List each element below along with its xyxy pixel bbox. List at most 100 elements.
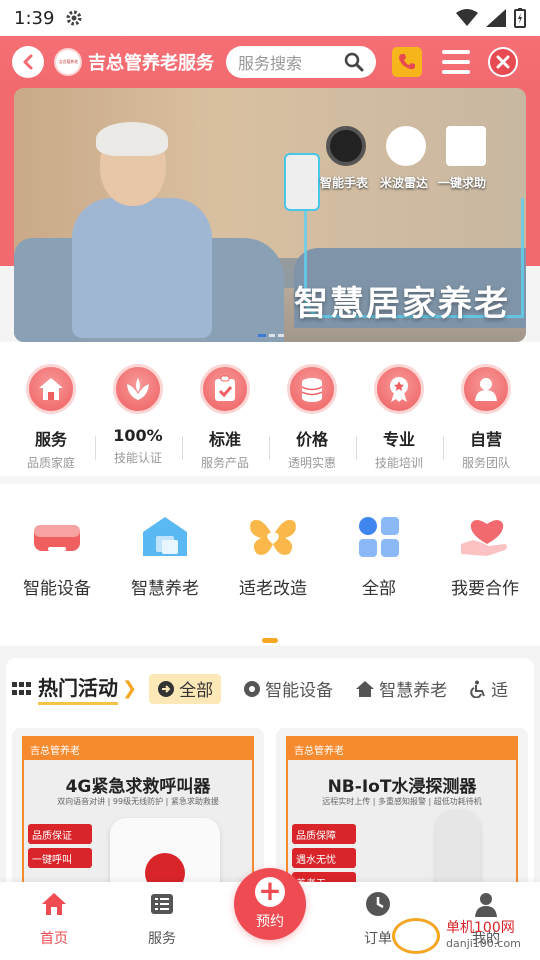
butterfly-heart-icon xyxy=(246,510,300,564)
feature-subtitle: 透明实惠 xyxy=(287,456,336,470)
banner-product-label: 米波雷达 xyxy=(380,176,429,190)
app-header: 吉总管养老 吉总管养老服务 服务搜索 xyxy=(0,36,540,88)
feature-item: 自营 服务团队 xyxy=(441,364,531,471)
feature-strip: 服务 品质家庭 100% 技能认证 标准 服务产品 价格 透明实惠 专业 技能培… xyxy=(0,342,540,476)
feature-title: 自营 xyxy=(469,430,502,449)
brand-logo: 吉总管养老 xyxy=(54,48,82,76)
radar-image xyxy=(386,126,426,166)
category-label: 适老改造 xyxy=(239,579,307,599)
feature-item: 服务 品质家庭 xyxy=(6,364,96,471)
nav-home[interactable]: 首页 xyxy=(14,890,94,948)
arrow-circle-icon xyxy=(158,680,175,697)
feature-title: 价格 xyxy=(295,430,328,449)
tab-label: 适 xyxy=(491,681,509,701)
poster-badges: 品质保证 一键呼叫 xyxy=(28,824,92,872)
home-outline-icon xyxy=(356,680,375,697)
grid-dots-icon xyxy=(12,681,31,695)
team-icon xyxy=(461,364,511,414)
poster-subtitle: 远程实时上传 | 多重感知报警 | 超低功耗待机 xyxy=(322,797,482,806)
category-smart-care[interactable]: 智慧养老 xyxy=(111,510,219,599)
poster-badge: 一键呼叫 xyxy=(28,848,92,868)
app-title: 吉总管养老服务 xyxy=(88,53,214,74)
menu-button[interactable] xyxy=(442,50,470,74)
user-icon xyxy=(475,893,497,917)
hero-banner[interactable]: 智能手表 米波雷达 一键求助 智慧居家养老 xyxy=(14,88,526,342)
smart-panel-image xyxy=(284,153,320,211)
disc-icon xyxy=(244,680,261,697)
tab-all[interactable]: 全部 xyxy=(149,673,222,704)
wheelchair-icon xyxy=(470,680,486,698)
home-icon xyxy=(42,893,66,915)
home-icon xyxy=(26,364,76,414)
feature-item: 100% 技能认证 xyxy=(93,364,183,466)
nav-label: 首页 xyxy=(40,931,68,947)
watermark-logo xyxy=(392,918,440,954)
feature-item: 专业 技能培训 xyxy=(354,364,444,471)
settings-gear-icon xyxy=(66,10,82,26)
nav-service[interactable]: 服务 xyxy=(122,890,202,948)
poster-brand: 吉总管养老 xyxy=(30,746,80,757)
tab-label: 全部 xyxy=(179,681,214,701)
search-input[interactable]: 服务搜索 xyxy=(226,46,376,78)
category-grid: 智能设备 智慧养老 适老改造 全部 我要合作 xyxy=(0,476,540,646)
chevron-left-icon xyxy=(23,54,33,70)
tab-accessibility[interactable]: 适 xyxy=(469,676,508,701)
category-label: 全部 xyxy=(362,579,396,599)
feature-title: 标准 xyxy=(208,430,241,449)
smart-device-icon xyxy=(30,510,84,564)
poster-badge: 遇水无忧 xyxy=(292,848,356,868)
hot-activities-title: 热门活动 xyxy=(38,672,118,705)
banner-product-label: 智能手表 xyxy=(320,176,369,190)
category-aging-renovation[interactable]: 适老改造 xyxy=(219,510,327,599)
nav-label: 服务 xyxy=(148,931,176,947)
wifi-icon xyxy=(456,9,478,26)
feature-subtitle: 服务团队 xyxy=(461,456,510,470)
feature-subtitle: 技能认证 xyxy=(113,451,162,465)
close-button[interactable] xyxy=(488,47,518,77)
category-cooperate[interactable]: 我要合作 xyxy=(431,510,539,599)
feature-item: 标准 服务产品 xyxy=(180,364,270,471)
feature-title: 100% xyxy=(113,426,163,445)
search-icon[interactable] xyxy=(344,52,364,72)
poster-title: 4G紧急求救呼叫器 xyxy=(65,777,211,797)
feature-title: 专业 xyxy=(382,430,415,449)
tab-smart-device[interactable]: 智能设备 xyxy=(243,676,333,701)
poster-title: NB-IoT水浸探测器 xyxy=(327,777,477,797)
poster-brand: 吉总管养老 xyxy=(294,746,344,757)
category-label: 智慧养老 xyxy=(131,579,199,599)
signal-icon xyxy=(486,9,506,27)
hot-activities-header: 热门活动 ❯ 全部 智能设备 智慧养老 适 xyxy=(12,672,508,705)
phone-icon xyxy=(399,54,415,70)
back-button[interactable] xyxy=(12,46,44,78)
watermark-line1: 单机100网 xyxy=(446,920,515,936)
clipboard-icon xyxy=(200,364,250,414)
category-all[interactable]: 全部 xyxy=(325,510,433,599)
tab-label: 智能设备 xyxy=(265,681,334,701)
book-appointment-button[interactable]: + 预约 xyxy=(234,868,306,940)
status-time: 1:39 xyxy=(14,7,55,29)
search-placeholder: 服务搜索 xyxy=(238,54,303,73)
plus-icon: + xyxy=(255,877,285,907)
category-label: 智能设备 xyxy=(23,579,91,599)
phone-button[interactable] xyxy=(392,47,422,77)
smart-watch-image xyxy=(326,126,366,166)
poster-badge: 品质保障 xyxy=(292,824,356,844)
coins-icon xyxy=(287,364,337,414)
poster-badge: 品质保证 xyxy=(28,824,92,844)
carousel-indicator xyxy=(258,334,284,337)
feature-item: 价格 透明实惠 xyxy=(267,364,357,471)
fab-label: 预约 xyxy=(256,914,284,930)
category-smart-device[interactable]: 智能设备 xyxy=(3,510,111,599)
tab-smart-care[interactable]: 智慧养老 xyxy=(355,676,447,701)
tab-label: 智慧养老 xyxy=(379,681,448,701)
banner-slogan: 智慧居家养老 xyxy=(294,284,510,324)
close-icon xyxy=(496,55,510,69)
chevron-right-icon[interactable]: ❯ xyxy=(122,678,137,699)
hand-heart-icon xyxy=(458,510,512,564)
site-watermark: 单机100网 danji100.com xyxy=(392,918,521,954)
list-icon xyxy=(151,894,173,914)
feature-subtitle: 品质家庭 xyxy=(26,456,75,470)
sos-button-image xyxy=(446,126,486,166)
smart-home-icon xyxy=(138,510,192,564)
category-page-indicator xyxy=(262,638,278,643)
